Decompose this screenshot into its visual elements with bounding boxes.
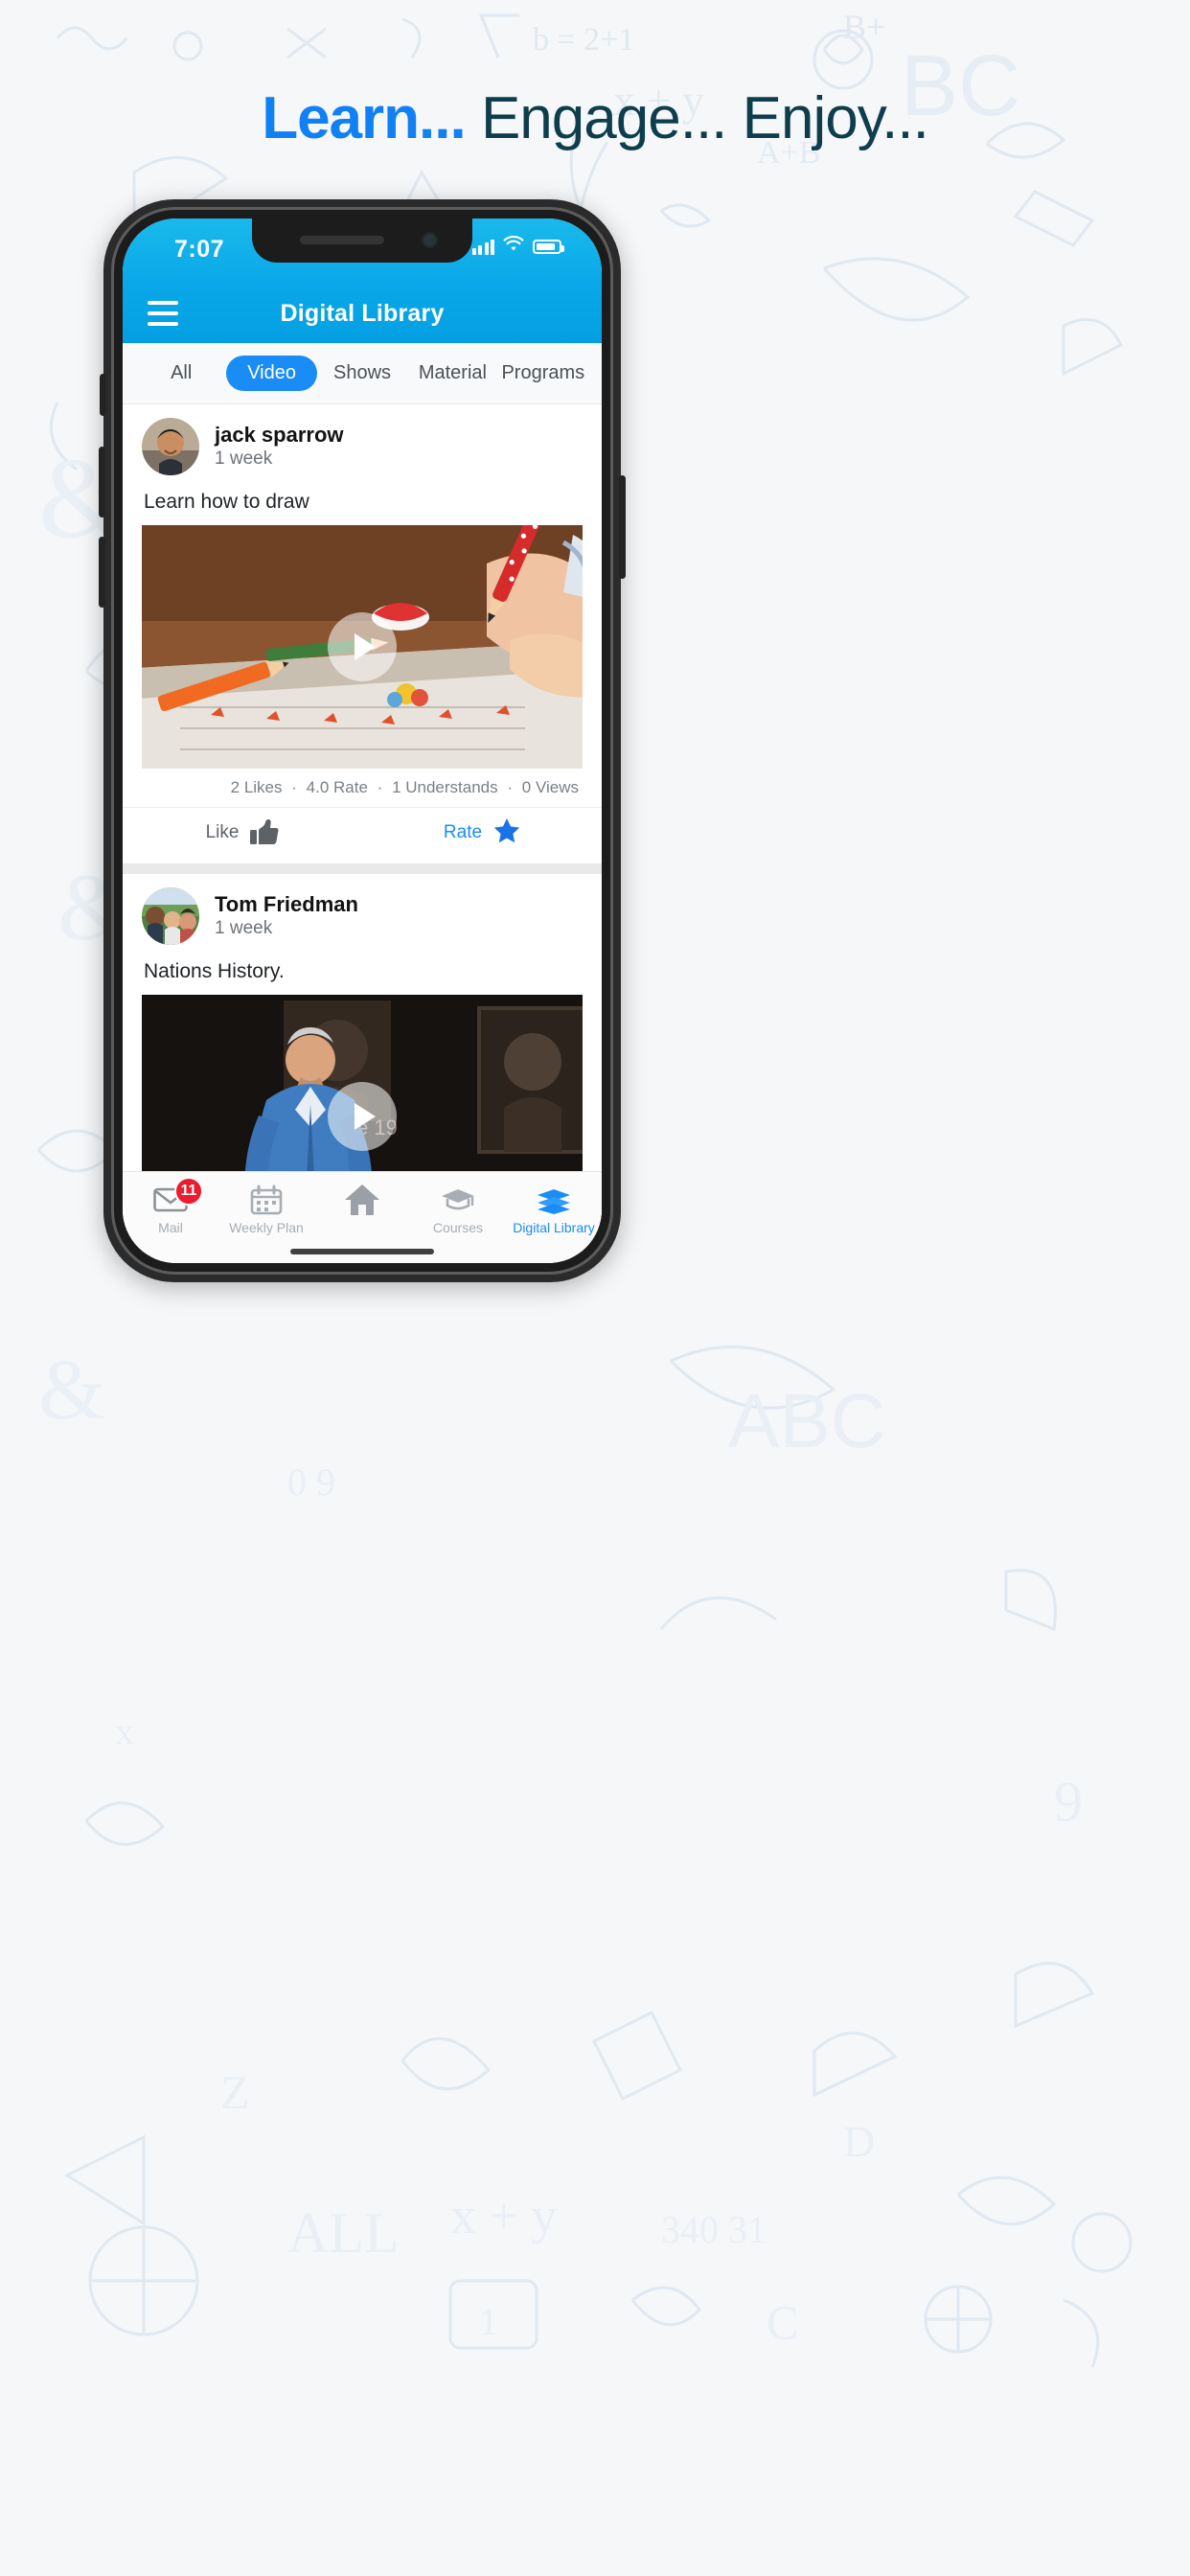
thumbs-up-icon (250, 819, 279, 846)
like-button-label: Like (205, 822, 240, 842)
nav-item-courses[interactable]: Courses (410, 1182, 506, 1235)
post-meta: jack sparrow 1 week (215, 422, 344, 472)
svg-text:0 9: 0 9 (287, 1460, 335, 1504)
views-count: 0 Views (521, 778, 579, 796)
power-button[interactable] (619, 475, 626, 579)
svg-text:9: 9 (1054, 1770, 1083, 1833)
promo-word-engage: Engage... (480, 85, 727, 151)
feed-list: jack sparrow 1 week Learn how to draw 2 … (123, 404, 602, 1263)
rate-button[interactable]: Rate (362, 817, 602, 848)
post-caption: Nations History. (144, 960, 285, 982)
nav-item-mail[interactable]: 11 Mail (123, 1177, 218, 1235)
play-button-icon[interactable] (328, 1082, 397, 1151)
graduation-cap-icon (410, 1182, 506, 1218)
play-button-icon[interactable] (328, 612, 397, 681)
home-active-dot (357, 1190, 367, 1199)
promo-word-enjoy: Enjoy... (742, 85, 929, 151)
nav-item-label: Mail (158, 1220, 183, 1235)
avatar[interactable] (142, 887, 199, 945)
battery-icon (533, 239, 564, 254)
divider (123, 863, 602, 874)
post-meta: Tom Friedman 1 week (215, 891, 358, 941)
avatar[interactable] (142, 418, 199, 475)
nav-item-label: Weekly Plan (229, 1220, 304, 1235)
tab-all[interactable]: All (136, 356, 226, 391)
likes-count: 2 Likes (230, 778, 283, 796)
nav-item-weekly-plan[interactable]: Weekly Plan (218, 1182, 314, 1235)
post-author: Tom Friedman (215, 891, 358, 916)
list-item: jack sparrow 1 week Learn how to draw 2 … (123, 404, 602, 863)
svg-text:ABC: ABC (728, 1378, 886, 1463)
calendar-icon (218, 1182, 314, 1218)
category-tabs: All Video Shows Material Programs (123, 343, 602, 404)
mail-badge: 11 (174, 1177, 203, 1206)
svg-text:D: D (843, 2117, 875, 2166)
hamburger-menu-icon[interactable] (148, 301, 178, 326)
promo-word-learn: Learn... (262, 85, 467, 151)
stat-separator: · (377, 778, 383, 796)
post-header: jack sparrow 1 week (123, 404, 602, 483)
tab-programs[interactable]: Programs (498, 356, 588, 391)
svg-text:C: C (767, 2295, 798, 2349)
status-indicators (471, 236, 564, 257)
rate-value: 4.0 Rate (306, 778, 368, 796)
post-caption: Learn how to draw (144, 491, 309, 513)
svg-text:x + y: x + y (450, 2187, 557, 2244)
svg-text:1: 1 (479, 2300, 498, 2343)
tab-video[interactable]: Video (226, 356, 317, 391)
tab-shows[interactable]: Shows (317, 356, 407, 391)
front-camera (422, 232, 438, 248)
home-indicator[interactable] (290, 1249, 434, 1254)
video-thumbnail[interactable] (142, 525, 583, 769)
post-timestamp: 1 week (215, 918, 273, 939)
phone-screen: 7:07 Digital Library All Video Shows Mat… (123, 218, 602, 1263)
phone-mockup: 7:07 Digital Library All Video Shows Mat… (99, 199, 626, 1282)
post-author: jack sparrow (215, 422, 344, 447)
understands-count: 1 Understands (392, 778, 498, 796)
svg-text:x: x (115, 1710, 134, 1753)
svg-text:b = 2+1: b = 2+1 (533, 22, 634, 58)
nav-item-home[interactable] (314, 1182, 410, 1220)
home-icon (314, 1182, 410, 1218)
wifi-icon (503, 236, 524, 257)
notch (252, 218, 472, 263)
rate-button-label: Rate (443, 822, 483, 842)
volume-up-button[interactable] (99, 447, 105, 518)
nav-item-digital-library[interactable]: Digital Library (506, 1182, 602, 1235)
star-icon (493, 817, 520, 848)
nav-item-label: Courses (432, 1220, 484, 1235)
mail-envelope-icon (123, 1182, 218, 1218)
post-timestamp: 1 week (215, 448, 273, 470)
page-title: Digital Library (280, 299, 445, 327)
post-actions: Like Rate (123, 807, 602, 862)
like-button[interactable]: Like (123, 817, 362, 848)
mute-switch[interactable] (100, 374, 106, 416)
svg-text:&: & (38, 1343, 105, 1438)
status-bar: 7:07 (123, 218, 602, 284)
signal-bars-icon (471, 238, 494, 255)
tab-material[interactable]: Material (407, 356, 497, 391)
promo-headline: Learn... Engage... Enjoy... (0, 84, 1190, 152)
books-icon (506, 1182, 602, 1218)
nav-item-label: Digital Library (513, 1220, 595, 1235)
stat-separator: · (507, 778, 514, 796)
app-bar: Digital Library (123, 284, 602, 343)
status-time: 7:07 (174, 236, 225, 263)
volume-down-button[interactable] (99, 537, 105, 608)
post-stats: 2 Likes · 4.0 Rate · 1 Understands · 0 V… (123, 769, 602, 807)
svg-text:340 31: 340 31 (661, 2208, 767, 2251)
svg-text:ALL: ALL (287, 2201, 400, 2265)
speaker-grille (300, 236, 384, 244)
svg-text:Z: Z (220, 2065, 250, 2119)
stat-separator: · (291, 778, 297, 796)
phone-body: 7:07 Digital Library All Video Shows Mat… (114, 210, 610, 1272)
post-header: Tom Friedman 1 week (123, 874, 602, 953)
